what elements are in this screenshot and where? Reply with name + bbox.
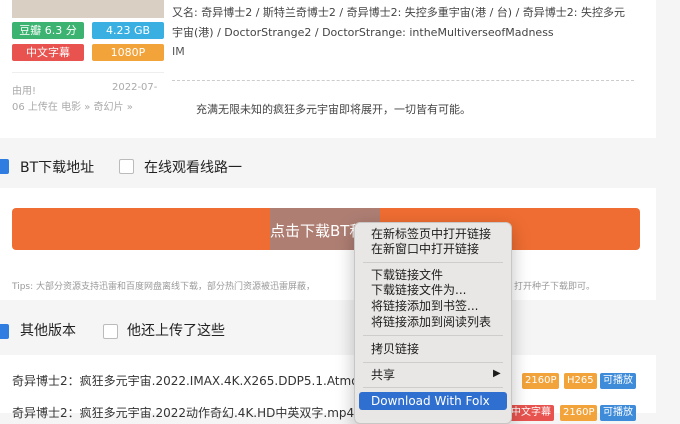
douban-rating-badge: 豆瓣 6.3 分 (12, 22, 84, 39)
tab-online-watch[interactable]: 在线观看线路一 (144, 157, 242, 177)
subtitle-badge: 中文字幕 (12, 44, 84, 61)
uploader-name[interactable]: 由用! (12, 82, 36, 97)
menu-share[interactable]: 共享 (371, 368, 395, 383)
download-button-label: 点击下载BT种 (270, 222, 365, 240)
menu-separator (363, 362, 503, 363)
imdb-fragment: IM (172, 45, 185, 58)
menu-download-with-folx[interactable]: Download With Folx (371, 394, 490, 409)
resolution-badge: 1080P (92, 44, 164, 61)
resource-2-tag-2160p: 2160P (560, 405, 598, 421)
download-tips-tail: 打开种子下载即可。 (514, 282, 596, 292)
menu-separator (363, 335, 503, 336)
menu-add-bookmark[interactable]: 将链接添加到书签... (371, 299, 478, 314)
uploader-more-checkbox[interactable] (103, 324, 118, 339)
online-watch-checkbox[interactable] (119, 159, 134, 174)
submenu-arrow-icon: ▶ (493, 368, 501, 379)
aka-line-2: 宇宙(港) / DoctorStrange2 / DoctorStrange: … (172, 26, 554, 39)
menu-add-reading-list[interactable]: 将链接添加到阅读列表 (371, 315, 491, 330)
movie-poster (12, 0, 164, 18)
menu-download-link[interactable]: 下载链接文件 (371, 268, 443, 283)
download-card: 点击下载BT种 Tips: 大部分资源支持迅雷和百度网盘离线下载，部分热门资源被… (0, 188, 656, 300)
other-versions-checkbox[interactable] (0, 324, 9, 339)
uploader-more-title[interactable]: 他还上传了这些 (127, 320, 225, 340)
resource-2-tag-playable[interactable]: 可播放 (600, 405, 636, 421)
menu-next-item-partial (371, 412, 491, 422)
menu-open-new-window[interactable]: 在新窗口中打开链接 (371, 242, 479, 257)
resource-1-tag-playable[interactable]: 可播放 (600, 373, 636, 389)
other-versions-title[interactable]: 其他版本 (20, 320, 76, 340)
resource-item-1[interactable]: 奇异博士2：疯狂多元宇宙.2022.IMAX.4K.X265.DDP5.1.At… (12, 372, 384, 389)
meta-divider (12, 72, 164, 73)
upload-date: 2022-07- (112, 82, 158, 93)
resource-1-tag-2160p: 2160P (522, 373, 560, 389)
movie-info-card: 豆瓣 6.3 分 4.23 GB 中文字幕 1080P IM 又名: 奇异博士2… (0, 0, 656, 138)
movie-description: 充满无限未知的疯狂多元宇宙即将展开，一切皆有可能。 (196, 103, 471, 116)
menu-separator (363, 387, 503, 388)
menu-copy-link[interactable]: 拷贝链接 (371, 342, 419, 357)
resource-1-tag-h265: H265 (564, 373, 597, 389)
download-tips: Tips: 大部分资源支持迅雷和百度网盘离线下载，部分热门资源被迅雷屏蔽， (12, 282, 316, 292)
aka-line-1: 又名: 奇异博士2 / 斯特兰奇博士2 / 奇异博士2: 失控多重宇宙(港 / … (172, 6, 625, 19)
menu-separator (363, 262, 503, 263)
menu-download-link-as[interactable]: 下载链接文件为... (371, 283, 466, 298)
tab-bt-download[interactable]: BT下载地址 (20, 157, 94, 177)
resource-2-tag-subtitle: 中文字幕 (508, 405, 554, 421)
context-menu: 在新标签页中打开链接 在新窗口中打开链接 下载链接文件 下载链接文件为... 将… (354, 222, 512, 424)
upload-category-line[interactable]: 06 上传在 电影 » 奇幻片 » (12, 98, 133, 113)
menu-open-new-tab[interactable]: 在新标签页中打开链接 (371, 227, 491, 242)
bt-download-checkbox[interactable] (0, 159, 9, 174)
file-size-badge: 4.23 GB (92, 22, 164, 39)
divider-dashed (172, 80, 634, 81)
